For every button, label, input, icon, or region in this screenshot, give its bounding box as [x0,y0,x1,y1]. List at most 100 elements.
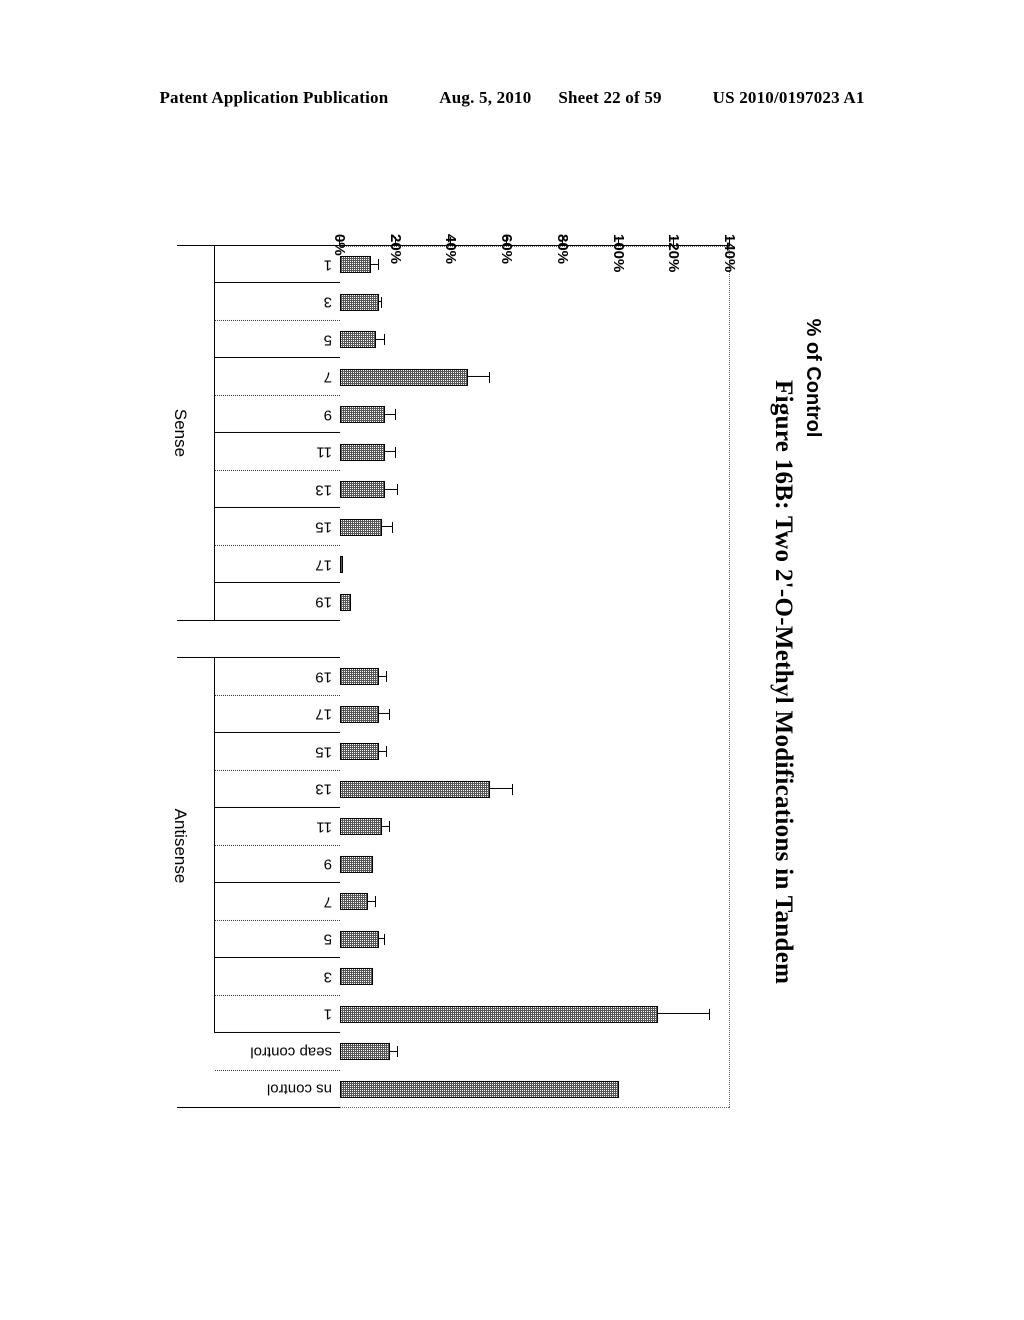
category-separator [215,469,340,471]
bar [340,1080,619,1098]
value-axis-title: % of Control [802,318,824,438]
category-label: 1 [323,1005,332,1023]
category-label-cell: 7 [215,358,340,395]
figure-chart-rotated-container: 140% 120% 100% 80% 60% 40% 20% 0% % of Control … [150,208,824,1108]
category-label-cell: 19 [215,583,340,620]
category-label: 11 [316,818,332,836]
category-separator [215,844,340,846]
error-bar-cap [380,296,382,308]
sheet-number: Sheet 22 of 59 [558,88,662,107]
category-separator [215,957,340,959]
bar [340,331,377,349]
category-label: 19 [315,668,332,686]
category-label-cell: 9 [215,846,340,883]
error-bar-cap [489,371,491,383]
category-label-cell: 11 [215,808,340,845]
group-label: Antisense [171,808,190,883]
category-separator [215,357,340,359]
category-separator [215,732,340,734]
category-separator [177,1107,340,1108]
error-bar-cap [389,708,391,720]
error-bar-cap [383,334,385,346]
error-bar-cap [391,521,393,533]
category-label: 19 [315,593,332,611]
category-label: 13 [315,481,332,499]
bar [340,930,379,948]
error-bar-cap [378,259,379,271]
error-bar-cap [386,746,388,758]
bar [340,818,382,836]
category-label-cell: 5 [215,321,340,358]
category-separator [215,694,340,696]
category-label: 9 [323,406,332,424]
category-separator [177,619,340,621]
category-axis-labels: ns control seap control 1 3 5 7 9 11 13 15 17 19 19 1… [177,245,340,1108]
category-separator [215,544,340,546]
category-label-cell: 3 [215,958,340,995]
category-separator [215,994,340,996]
category-label-cell: 13 [215,771,340,808]
category-label: seap control [250,1043,332,1061]
publication-label: Patent Application Publication [159,88,389,107]
bar [340,668,379,686]
error-bar-cap [511,783,513,795]
error-bar-cap [394,409,396,421]
error-bar-cap [397,484,399,496]
category-label: 11 [316,443,332,461]
bar-chart: 140% 120% 100% 80% 60% 40% 20% 0% % of Control … [150,208,824,1108]
error-bar [490,788,513,790]
category-separator [215,507,340,509]
error-bar-cap [386,671,388,683]
category-label-cell: 5 [215,921,340,958]
category-label: 7 [323,893,332,911]
category-label-cell: 17 [215,546,340,583]
figure-caption: Figure 16B: Two 2'-O-Methyl Modification… [770,380,797,985]
category-label-cell: 1 [215,246,340,283]
group-label: Sense [171,409,190,458]
bar [340,893,368,911]
patent-header: Patent Application Publication Aug. 5, 2… [0,88,1024,108]
axis-tick-label: 40% [442,234,460,265]
category-separator [215,1069,340,1071]
error-bar [657,1013,711,1015]
bar [340,256,371,274]
axis-tick-label: 20% [386,234,404,265]
error-bar-cap [709,1008,711,1020]
patent-number: US 2010/0197023 A1 [712,88,865,107]
axis-tick-label: 120% [665,234,683,273]
category-separator [215,582,340,584]
bar [340,1043,391,1061]
category-label-cell: 13 [215,471,340,508]
category-label: 15 [315,518,332,536]
category-label: ns control [266,1080,332,1098]
category-label: 17 [315,705,332,723]
bar [340,705,379,723]
bar [340,968,374,986]
category-label: 13 [315,780,332,798]
bar [340,518,382,536]
error-bar [384,488,399,490]
error-bar-cap [383,933,385,945]
category-label: 1 [323,256,332,274]
publication-date: Aug. 5, 2010 [439,88,532,107]
category-label-cell: 3 [215,284,340,321]
category-separator [215,319,340,321]
category-label: 5 [323,930,332,948]
category-label: 17 [315,556,332,574]
bar [340,556,343,574]
category-label: 9 [323,855,332,873]
category-separator [215,432,340,434]
category-label: 3 [323,293,332,311]
category-label: 7 [323,368,332,386]
category-label-cell: 7 [215,883,340,920]
category-separator [215,919,340,921]
bar [340,743,379,761]
category-separator [215,882,340,884]
category-label-cell: seap control [215,1033,340,1070]
axis-tick-label: 80% [553,234,571,265]
category-label-cell: 15 [215,733,340,770]
category-label: 3 [323,968,332,986]
category-separator [177,657,340,659]
bar [340,406,385,424]
error-bar-cap [394,446,396,458]
